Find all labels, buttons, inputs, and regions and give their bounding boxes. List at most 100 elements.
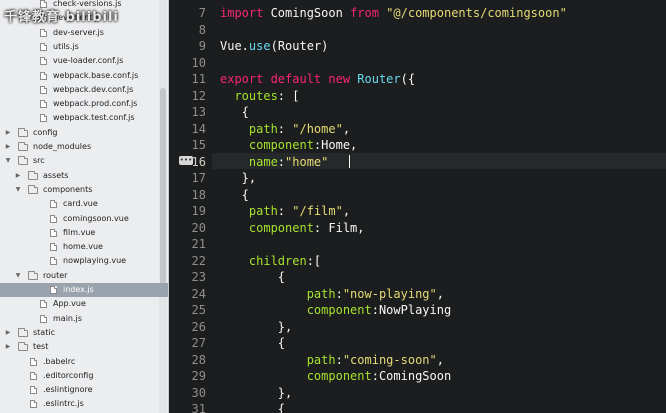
code-line[interactable]: },: [220, 319, 292, 335]
code-token: :Home,: [313, 138, 358, 152]
code-editor[interactable]: import ComingSoon from "@/components/com…: [212, 0, 666, 413]
tree-folder-assets[interactable]: ▶ assets: [0, 169, 168, 183]
code-token: default: [270, 72, 329, 86]
tree-file[interactable]: .eslintrc.js: [0, 397, 168, 411]
file-icon: [30, 357, 37, 366]
folder-icon: [28, 170, 38, 180]
chevron-right-icon[interactable]: ▶: [14, 169, 22, 183]
code-line[interactable]: path:"now-playing",: [220, 286, 444, 302]
chevron-right-icon[interactable]: ▶: [4, 326, 12, 340]
code-line[interactable]: path: "/home",: [220, 121, 350, 137]
code-line[interactable]: component:Home,: [220, 137, 357, 153]
file-icon: [50, 243, 57, 252]
line-number: 11: [191, 72, 206, 86]
tree-file[interactable]: home.vue: [0, 240, 168, 254]
code-line[interactable]: routes: [: [220, 88, 299, 104]
code-token: path: [220, 352, 336, 367]
chevron-right-icon[interactable]: ▶: [4, 126, 12, 140]
tree-file[interactable]: .eslintignore: [0, 383, 168, 397]
tree-file[interactable]: index.js: [0, 283, 168, 297]
line-number: 21: [191, 237, 206, 251]
line-number-gutter: ••• 7 8 9 10 11 12 13 14 15 16 17 18 19 20 21 22 23 24 25 2…: [169, 0, 212, 413]
chevron-right-icon[interactable]: ▶: [4, 340, 12, 354]
folder-icon: [18, 156, 28, 166]
tree-file[interactable]: .editorconfig: [0, 369, 168, 383]
tree-item-label: vue-loader.conf.js: [53, 56, 124, 66]
tree-file[interactable]: nowplaying.vue: [0, 254, 168, 268]
code-token: :ComingSoon: [371, 369, 452, 383]
code-line[interactable]: {: [220, 104, 249, 120]
tree-file[interactable]: dev-server.js: [0, 26, 168, 40]
tree-file[interactable]: main.js: [0, 312, 168, 326]
code-line[interactable]: },: [220, 170, 256, 186]
tree-file[interactable]: webpack.dev.conf.js: [0, 83, 168, 97]
tree-file[interactable]: webpack.base.conf.js: [0, 69, 168, 83]
code-token: },: [220, 385, 293, 400]
tree-folder-static[interactable]: ▶ static: [0, 326, 168, 340]
code-token: :NowPlaying: [371, 303, 452, 317]
line-number: 9: [198, 39, 206, 53]
chevron-down-icon[interactable]: ▼: [14, 269, 22, 283]
folder-icon: [18, 342, 28, 352]
tree-folder-components[interactable]: ▼ components: [0, 183, 168, 197]
file-icon: [30, 371, 37, 380]
tree-folder-test[interactable]: ▶ test: [0, 340, 168, 354]
code-line[interactable]: name:"home": [220, 154, 329, 170]
code-line[interactable]: component:NowPlaying: [220, 302, 452, 318]
line-number: 12: [191, 88, 206, 103]
tree-folder-config[interactable]: ▶ config: [0, 126, 168, 140]
file-icon: [30, 386, 37, 395]
line-number: 30: [191, 385, 206, 400]
tree-item-label: dev-server.js: [53, 27, 104, 37]
tree-file[interactable]: webpack.test.conf.js: [0, 111, 168, 125]
code-line[interactable]: export default new Router({: [220, 71, 415, 87]
tree-item-label: static: [33, 327, 55, 337]
line-number: 20: [191, 220, 206, 235]
code-line[interactable]: path: "/film",: [220, 203, 350, 219]
tree-folder-node-modules[interactable]: ▶ node_modules: [0, 140, 168, 154]
code-line[interactable]: import ComingSoon from "@/components/com…: [220, 5, 567, 21]
chevron-down-icon[interactable]: ▼: [14, 183, 22, 197]
code-line[interactable]: {: [220, 269, 285, 285]
tree-file[interactable]: .babelrc: [0, 355, 168, 369]
file-tree-sidebar: check-versions.js dev-client.js dev-server…: [0, 0, 169, 413]
tree-item-label: webpack.prod.conf.js: [53, 99, 138, 109]
code-line[interactable]: {: [220, 335, 285, 351]
line-number: 16: [191, 154, 206, 169]
line-number: 23: [191, 270, 206, 284]
tree-folder-src[interactable]: ▼ src: [0, 154, 168, 168]
code-line[interactable]: component:ComingSoon: [220, 368, 452, 384]
tree-file[interactable]: comingsoon.vue: [0, 212, 168, 226]
line-number: 17: [191, 171, 206, 185]
file-icon: [50, 228, 57, 237]
chevron-down-icon[interactable]: ▼: [4, 154, 12, 168]
tree-item-label: film.vue: [63, 227, 96, 237]
tree-file[interactable]: film.vue: [0, 226, 168, 240]
tree-file[interactable]: webpack.prod.conf.js: [0, 97, 168, 111]
tree-item-label: src: [33, 156, 45, 166]
folder-icon: [28, 184, 38, 194]
tree-file[interactable]: App.vue: [0, 297, 168, 311]
line-number: 26: [191, 319, 206, 334]
file-icon: [40, 57, 47, 66]
code-token: },: [220, 171, 257, 185]
code-token: :[: [306, 253, 322, 268]
file-icon: [50, 286, 57, 294]
code-line[interactable]: children:[: [220, 253, 321, 269]
code-line[interactable]: {: [220, 401, 285, 413]
code-token: name: [220, 154, 278, 169]
tree-file[interactable]: vue-loader.conf.js: [0, 54, 168, 68]
tree-item-label: App.vue: [53, 299, 86, 309]
file-icon: [50, 214, 57, 223]
chevron-right-icon[interactable]: ▶: [4, 140, 12, 154]
tree-file[interactable]: utils.js: [0, 40, 168, 54]
tree-folder-router[interactable]: ▼ router: [0, 269, 168, 283]
code-token: "/home": [292, 121, 343, 136]
tree-item-label: nowplaying.vue: [63, 256, 127, 266]
code-line[interactable]: },: [220, 385, 292, 401]
code-line[interactable]: component: Film,: [220, 220, 365, 236]
code-line[interactable]: path:"coming-soon",: [220, 352, 444, 368]
code-line[interactable]: Vue.use(Router): [220, 38, 328, 54]
code-line[interactable]: {: [220, 187, 249, 203]
tree-file[interactable]: card.vue: [0, 197, 168, 211]
